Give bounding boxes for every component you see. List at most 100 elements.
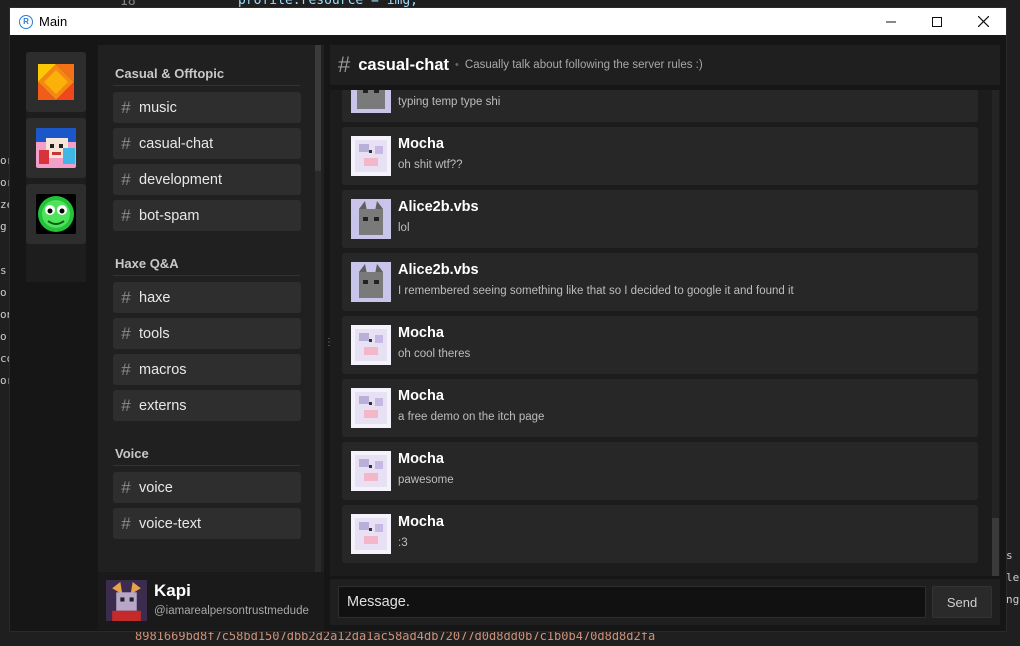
message: Mocha oh cool theres — [342, 316, 978, 374]
scrollbar-thumb[interactable] — [992, 518, 999, 576]
window-title: Main — [39, 14, 68, 29]
hash-icon: # — [121, 395, 131, 415]
message-author[interactable]: Alice2b.vbs — [398, 262, 479, 278]
category-haxe-qa: Haxe Q&A — [115, 256, 179, 271]
channel-voice[interactable]: # voice — [113, 472, 301, 503]
server-rail — [26, 52, 86, 282]
minimize-icon — [886, 21, 896, 22]
message-text: lol — [398, 222, 410, 234]
avatar[interactable] — [351, 451, 391, 491]
message-text: oh shit wtf?? — [398, 159, 463, 171]
channel-label: bot-spam — [139, 207, 200, 224]
channel-label: tools — [139, 325, 170, 342]
channel-voice-text[interactable]: # voice-text — [113, 508, 301, 539]
message-author[interactable]: Mocha — [398, 514, 444, 530]
editor-right-gutter: s le ng — [1006, 549, 1020, 606]
app-client: Casual & Offtopic # music # casual-chat # d… — [10, 35, 1006, 631]
boyfriend-avatar-icon — [36, 128, 76, 168]
channel-title: casual-chat — [358, 55, 450, 74]
channel-music[interactable]: # music — [113, 92, 301, 123]
hash-icon: # — [121, 169, 131, 189]
channel-label: externs — [139, 397, 187, 414]
divider — [113, 275, 300, 276]
message-author[interactable]: Mocha — [398, 388, 444, 404]
hash-icon: # — [121, 359, 131, 379]
message: Mocha :3 — [342, 505, 978, 563]
server-slime[interactable] — [26, 184, 86, 244]
channel-topic: Casually talk about following the server… — [464, 59, 703, 71]
channel-label: voice — [139, 479, 173, 496]
channel-label: music — [139, 99, 177, 116]
message: typing temp type shi — [342, 90, 978, 122]
divider — [113, 85, 300, 86]
avatar[interactable] — [351, 388, 391, 428]
channel-externs[interactable]: # externs — [113, 390, 301, 421]
channel-haxe[interactable]: # haxe — [113, 282, 301, 313]
avatar[interactable] — [351, 262, 391, 302]
avatar[interactable] — [351, 514, 391, 554]
message: Mocha oh shit wtf?? — [342, 127, 978, 185]
channel-label: macros — [139, 361, 187, 378]
channel-bot-spam[interactable]: # bot-spam — [113, 200, 301, 231]
avatar[interactable] — [351, 199, 391, 239]
message: Mocha a free demo on the itch page — [342, 379, 978, 437]
hash-icon: # — [121, 205, 131, 225]
channel-list: Casual & Offtopic # music # casual-chat # d… — [98, 45, 324, 573]
avatar[interactable] — [351, 136, 391, 176]
category-voice: Voice — [115, 446, 149, 461]
message-text: pawesome — [398, 474, 454, 486]
minimize-button[interactable] — [868, 8, 914, 35]
message-author[interactable]: Mocha — [398, 325, 444, 341]
category-casual: Casual & Offtopic — [115, 66, 225, 81]
channel-label: casual-chat — [139, 135, 214, 152]
message-text: typing temp type shi — [398, 96, 501, 108]
close-button[interactable] — [960, 8, 1006, 35]
maximize-icon — [932, 16, 942, 27]
channel-development[interactable]: # development — [113, 164, 301, 195]
chat-header: # casual-chat • Casually talk about foll… — [330, 45, 1000, 85]
hash-icon: # — [121, 133, 131, 153]
hash-icon: # — [121, 323, 131, 343]
user-handle: @iamarealpersontrustmedude — [154, 605, 309, 617]
user-name: Kapi — [154, 581, 191, 600]
divider — [113, 465, 300, 466]
message-author[interactable]: Mocha — [398, 136, 444, 152]
channel-scrollbar[interactable] — [315, 45, 321, 171]
separator-dot: • — [455, 59, 459, 71]
hash-icon: # — [121, 477, 131, 497]
avatar[interactable] — [106, 580, 147, 621]
message-author[interactable]: Alice2b.vbs — [398, 199, 479, 215]
channel-label: haxe — [139, 289, 171, 306]
channel-label: development — [139, 171, 223, 188]
message-composer: Send — [330, 579, 1000, 625]
hash-icon: # — [338, 52, 351, 77]
avatar[interactable] — [351, 325, 391, 365]
message-text: a free demo on the itch page — [398, 411, 545, 423]
message-input[interactable] — [338, 586, 926, 618]
message-scrollbar[interactable] — [992, 90, 999, 576]
message: Alice2b.vbs I remembered seeing somethin… — [342, 253, 978, 311]
user-panel: Kapi @iamarealpersontrustmedude — [98, 572, 324, 630]
hash-icon: # — [121, 97, 131, 117]
avatar[interactable] — [351, 90, 391, 113]
message-author[interactable]: Mocha — [398, 451, 444, 467]
message: Mocha pawesome — [342, 442, 978, 500]
message: Alice2b.vbs lol — [342, 190, 978, 248]
haxe-logo-icon — [38, 64, 74, 100]
green-slime-icon — [36, 194, 76, 234]
channel-casual-chat[interactable]: # casual-chat — [113, 128, 301, 159]
close-icon — [977, 16, 989, 27]
maximize-button[interactable] — [914, 8, 960, 35]
message-text: I remembered seeing something like that … — [398, 285, 794, 297]
send-button[interactable]: Send — [932, 586, 992, 618]
title-bar: R Main — [10, 8, 1006, 35]
app-icon: R — [19, 14, 33, 29]
channel-macros[interactable]: # macros — [113, 354, 301, 385]
server-fnf[interactable] — [26, 118, 86, 178]
channel-tools[interactable]: # tools — [113, 318, 301, 349]
hash-icon: # — [121, 287, 131, 307]
message-text: :3 — [398, 537, 408, 549]
server-haxe[interactable] — [26, 52, 86, 112]
channel-label: voice-text — [139, 515, 202, 532]
message-text: oh cool theres — [398, 348, 471, 360]
